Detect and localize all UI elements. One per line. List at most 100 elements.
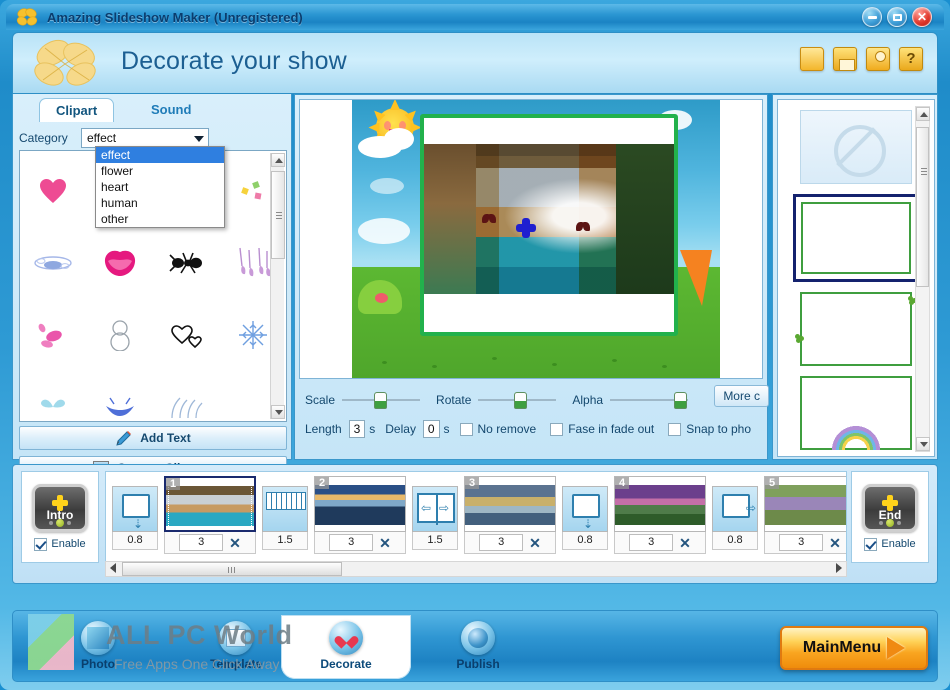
save-icon[interactable] bbox=[833, 47, 857, 71]
scroll-down-icon[interactable] bbox=[916, 437, 930, 451]
category-select[interactable]: effect bbox=[81, 128, 209, 148]
transition-cell[interactable]: 1.5 bbox=[262, 486, 308, 550]
clipart-item-grass[interactable] bbox=[153, 371, 220, 421]
scrollbar-thumb[interactable] bbox=[122, 562, 342, 576]
transition-duration[interactable]: 1.5 bbox=[412, 532, 458, 550]
clipart-scrollbar[interactable] bbox=[270, 153, 285, 419]
delete-slide-button[interactable]: ✕ bbox=[379, 536, 391, 550]
frame-none-item[interactable] bbox=[800, 110, 912, 184]
slide-cell[interactable]: 1 3 ✕ bbox=[164, 476, 256, 554]
alpha-slider[interactable] bbox=[610, 392, 689, 409]
close-button[interactable]: ✕ bbox=[912, 7, 932, 27]
butterfly-clipart[interactable] bbox=[576, 222, 590, 231]
slide-duration[interactable]: 3 bbox=[479, 534, 524, 551]
delete-slide-button[interactable]: ✕ bbox=[229, 536, 241, 550]
more-options-button[interactable]: More c bbox=[714, 385, 769, 407]
slide-thumbnail[interactable]: 2 bbox=[314, 476, 406, 532]
checkbox-box bbox=[864, 537, 878, 551]
end-button[interactable]: End bbox=[862, 483, 918, 532]
category-dropdown-list[interactable]: effect flower heart human other bbox=[95, 146, 225, 228]
slide-duration[interactable]: 3 bbox=[179, 534, 224, 551]
slide-thumbnail[interactable]: 4 bbox=[614, 476, 706, 532]
no-remove-checkbox[interactable]: No remove bbox=[459, 422, 536, 436]
clipart-item-butterfly[interactable] bbox=[20, 371, 87, 421]
slide-duration[interactable]: 3 bbox=[329, 534, 374, 551]
main-menu-button[interactable]: MainMenu bbox=[780, 626, 928, 670]
scale-slider[interactable] bbox=[342, 392, 421, 409]
scroll-up-icon[interactable] bbox=[916, 107, 930, 121]
slide-cell[interactable]: 5 3 ✕ bbox=[764, 476, 846, 554]
tab-sound[interactable]: Sound bbox=[135, 98, 207, 122]
transition-cell[interactable]: ⇣ 0.8 bbox=[112, 486, 158, 550]
slides-strip[interactable]: ⇣ 0.8 1 3 ✕ 1.5 2 3 ✕ ⇦ ⇨ 1.5 3 3 ✕ ⇣ 0.… bbox=[105, 471, 847, 563]
end-enable-checkbox[interactable]: Enable bbox=[864, 537, 916, 551]
transition-cell[interactable]: ⇣ 0.8 bbox=[562, 486, 608, 550]
clipart-item-bubbles[interactable] bbox=[20, 227, 87, 299]
open-icon[interactable] bbox=[800, 47, 824, 71]
frames-list[interactable] bbox=[777, 99, 935, 457]
slide-cell[interactable]: 3 3 ✕ bbox=[464, 476, 556, 554]
dropdown-option-human[interactable]: human bbox=[96, 195, 224, 211]
dropdown-option-flower[interactable]: flower bbox=[96, 163, 224, 179]
slide-cell[interactable]: 4 3 ✕ bbox=[614, 476, 706, 554]
transition-duration[interactable]: 0.8 bbox=[562, 532, 608, 550]
clipart-item-heart[interactable] bbox=[20, 155, 87, 227]
help-icon[interactable]: ? bbox=[899, 47, 923, 71]
slide-thumbnail[interactable]: 3 bbox=[464, 476, 556, 532]
door-open-transition-icon: ⇦ ⇨ bbox=[412, 486, 458, 532]
clipart-item-hearts-outline[interactable] bbox=[153, 299, 220, 371]
frame-green-rainbow-item[interactable] bbox=[800, 376, 912, 450]
snap-to-photo-checkbox[interactable]: Snap to pho bbox=[668, 422, 751, 436]
frame-green-clover-item[interactable] bbox=[795, 292, 917, 366]
dropdown-option-other[interactable]: other bbox=[96, 211, 224, 227]
scroll-up-icon[interactable] bbox=[271, 153, 285, 167]
intro-enable-checkbox[interactable]: Enable bbox=[34, 537, 86, 551]
header-toolbar: ? bbox=[800, 47, 923, 71]
scroll-left-icon[interactable] bbox=[110, 563, 116, 573]
slide-duration[interactable]: 3 bbox=[779, 534, 824, 551]
scroll-right-icon[interactable] bbox=[836, 563, 842, 573]
slide-thumbnail[interactable]: 1 bbox=[164, 476, 256, 532]
transition-duration[interactable]: 0.8 bbox=[112, 532, 158, 550]
end-cell[interactable]: End Enable bbox=[851, 471, 929, 563]
minimize-button[interactable] bbox=[862, 7, 882, 27]
frame-green-plain-item[interactable] bbox=[793, 194, 919, 282]
delete-slide-button[interactable]: ✕ bbox=[829, 536, 841, 550]
scrollbar-thumb[interactable] bbox=[916, 127, 929, 287]
add-text-button[interactable]: Add Text bbox=[19, 426, 287, 450]
slide-duration[interactable]: 3 bbox=[629, 534, 674, 551]
clipart-item-petal[interactable] bbox=[20, 299, 87, 371]
cross-clipart-selected[interactable] bbox=[516, 218, 536, 238]
transition-duration[interactable]: 0.8 bbox=[712, 532, 758, 550]
frames-scrollbar[interactable] bbox=[915, 106, 930, 452]
scrollbar-thumb[interactable] bbox=[271, 171, 285, 259]
dropdown-option-heart[interactable]: heart bbox=[96, 179, 224, 195]
clipart-item-lips[interactable] bbox=[87, 227, 154, 299]
transition-duration[interactable]: 1.5 bbox=[262, 532, 308, 550]
slide-thumbnail[interactable]: 5 bbox=[764, 476, 846, 532]
maximize-button[interactable] bbox=[887, 7, 907, 27]
filmstrip-scrollbar[interactable] bbox=[105, 561, 847, 577]
slide-cell[interactable]: 2 3 ✕ bbox=[314, 476, 406, 554]
clipart-item-splash[interactable] bbox=[87, 371, 154, 421]
rotate-slider[interactable] bbox=[478, 392, 557, 409]
photo-frame[interactable] bbox=[420, 114, 678, 336]
transition-cell[interactable]: ⇨ 0.8 bbox=[712, 486, 758, 550]
length-input[interactable]: 3 bbox=[348, 420, 366, 438]
delete-slide-button[interactable]: ✕ bbox=[679, 536, 691, 550]
butterfly-clipart[interactable] bbox=[482, 214, 496, 223]
tab-clipart[interactable]: Clipart bbox=[39, 98, 115, 122]
delete-slide-button[interactable]: ✕ bbox=[529, 536, 541, 550]
preview-canvas[interactable] bbox=[299, 99, 763, 379]
dropdown-option-effect[interactable]: effect bbox=[96, 147, 224, 163]
scroll-down-icon[interactable] bbox=[271, 405, 285, 419]
transition-cell[interactable]: ⇦ ⇨ 1.5 bbox=[412, 486, 458, 550]
register-icon[interactable] bbox=[866, 47, 890, 71]
intro-button[interactable]: Intro bbox=[32, 483, 88, 532]
clipart-item-ant[interactable] bbox=[153, 227, 220, 299]
intro-cell[interactable]: Intro Enable bbox=[21, 471, 99, 563]
fade-checkbox[interactable]: Fase in fade out bbox=[550, 422, 654, 436]
push-right-transition-icon: ⇨ bbox=[712, 486, 758, 532]
clipart-item-snowman-outline[interactable] bbox=[87, 299, 154, 371]
delay-input[interactable]: 0 bbox=[422, 420, 440, 438]
